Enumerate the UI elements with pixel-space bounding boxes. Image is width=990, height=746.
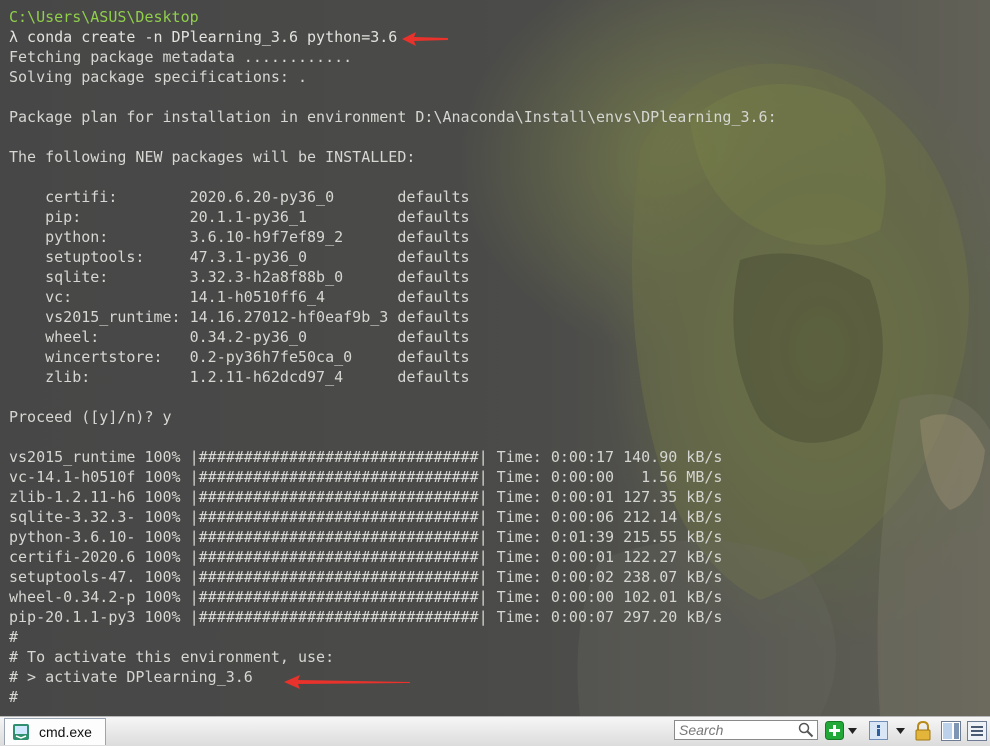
- search-box[interactable]: [674, 720, 818, 740]
- download-progress-line: zlib-1.2.11-h6 100% |###################…: [9, 488, 723, 506]
- proceed-prompt: Proceed ([y]/n)? y: [9, 408, 172, 426]
- download-progress-line: pip-20.1.1-py3 100% |###################…: [9, 608, 723, 626]
- download-progress-line: certifi-2020.6 100% |###################…: [9, 548, 723, 566]
- annotation-arrow-icon: [284, 675, 410, 689]
- package-line: python: 3.6.10-h9f7ef89_2 defaults: [9, 228, 470, 246]
- comment-line: #: [9, 628, 19, 646]
- dropdown-icon[interactable]: [848, 728, 857, 734]
- command-line: λ conda create -n DPlearning_3.6 python=…: [9, 28, 398, 46]
- console-lines: C:\Users\ASUS\Desktop λ conda create -n …: [9, 7, 777, 707]
- search-input[interactable]: [675, 721, 797, 739]
- package-line: wincertstore: 0.2-py36h7fe50ca_0 default…: [9, 348, 470, 366]
- package-line: sqlite: 3.32.3-h2a8f88b_0 defaults: [9, 268, 470, 286]
- download-progress-line: setuptools-47. 100% |###################…: [9, 568, 723, 586]
- download-progress-line: python-3.6.10- 100% |###################…: [9, 528, 723, 546]
- tab-label: cmd.exe: [39, 724, 92, 740]
- download-progress-line: wheel-0.34.2-p 100% |###################…: [9, 588, 723, 606]
- output-line: The following NEW packages will be INSTA…: [9, 148, 416, 166]
- search-icon[interactable]: [798, 722, 814, 738]
- console-taskbar: cmd.exe: [0, 716, 990, 746]
- comment-line: # To activate this environment, use:: [9, 648, 335, 666]
- output-line: Package plan for installation in environ…: [9, 108, 777, 126]
- output-line: Solving package specifications: .: [9, 68, 308, 86]
- download-progress-line: sqlite-3.32.3- 100% |###################…: [9, 508, 723, 526]
- package-line: zlib: 1.2.11-h62dcd97_4 defaults: [9, 368, 470, 386]
- dropdown-icon[interactable]: [896, 728, 905, 734]
- download-progress-line: vc-14.1-h0510f 100% |###################…: [9, 468, 723, 486]
- prompt-path: C:\Users\ASUS\Desktop: [9, 8, 199, 26]
- cmd-icon: [13, 724, 29, 740]
- terminal-output[interactable]: C:\Users\ASUS\Desktop λ conda create -n …: [0, 0, 990, 716]
- lock-icon[interactable]: [914, 721, 932, 741]
- split-icon[interactable]: [941, 721, 961, 741]
- annotation-arrow-icon: [402, 32, 448, 46]
- new-console-icon[interactable]: [825, 721, 844, 740]
- info-icon[interactable]: [869, 721, 888, 740]
- package-line: certifi: 2020.6.20-py36_0 defaults: [9, 188, 470, 206]
- comment-line: #: [9, 688, 19, 706]
- package-line: wheel: 0.34.2-py36_0 defaults: [9, 328, 470, 346]
- output-line: Fetching package metadata ............: [9, 48, 353, 66]
- download-progress-line: vs2015_runtime 100% |###################…: [9, 448, 723, 466]
- menu-icon[interactable]: [967, 721, 987, 741]
- package-line: vs2015_runtime: 14.16.27012-hf0eaf9b_3 d…: [9, 308, 470, 326]
- tab-cmd[interactable]: cmd.exe: [4, 718, 106, 745]
- package-line: pip: 20.1.1-py36_1 defaults: [9, 208, 470, 226]
- package-line: setuptools: 47.3.1-py36_0 defaults: [9, 248, 470, 266]
- package-line: vc: 14.1-h0510ff6_4 defaults: [9, 288, 470, 306]
